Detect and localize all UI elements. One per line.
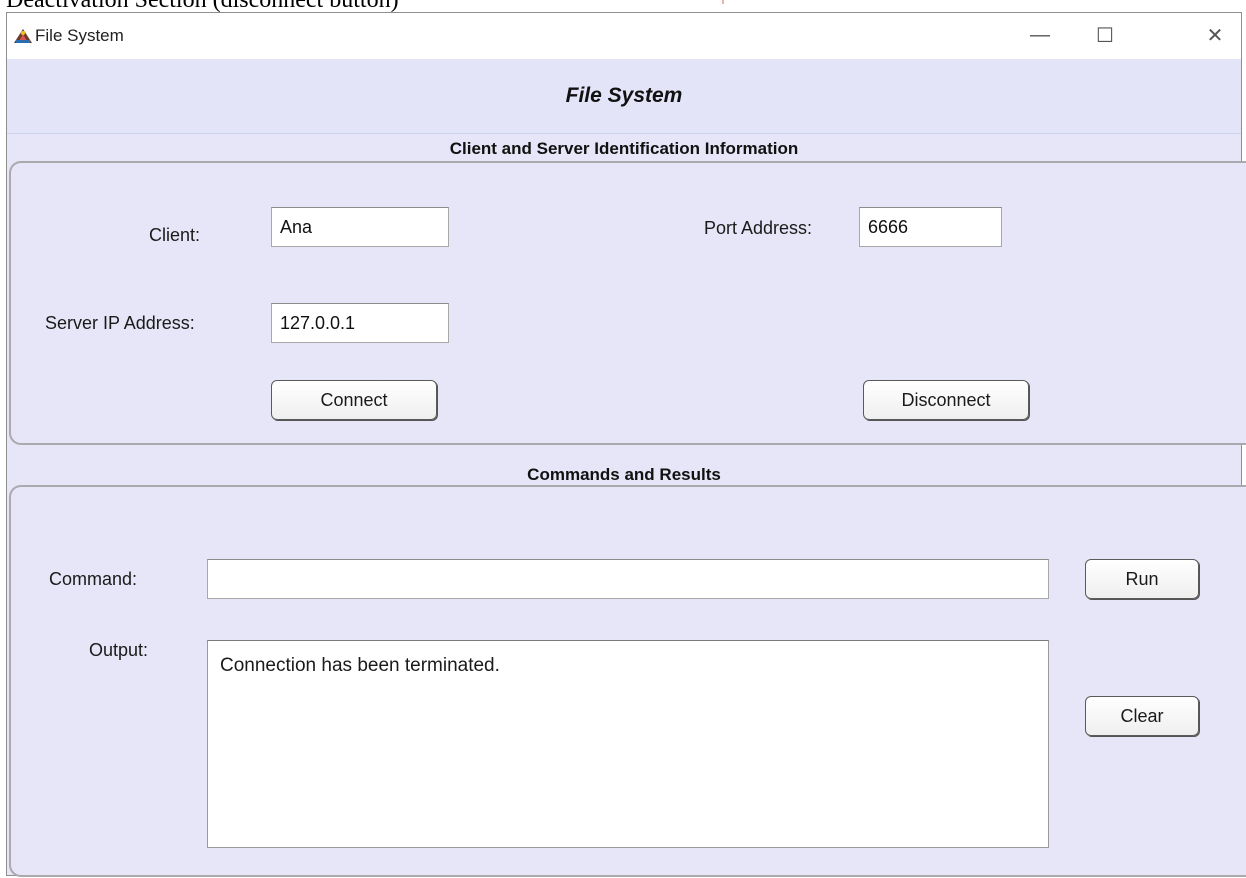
maximize-icon[interactable]: ☐ bbox=[1082, 13, 1128, 57]
port-address-label: Port Address: bbox=[704, 218, 813, 238]
server-ip-field[interactable] bbox=[271, 303, 449, 343]
client-label: Client: bbox=[149, 225, 201, 245]
title-bar[interactable]: File System — ☐ ✕ bbox=[7, 13, 1241, 60]
window-title: File System bbox=[35, 26, 124, 45]
output-area[interactable]: Connection has been terminated. bbox=[207, 640, 1049, 848]
clear-button[interactable]: Clear bbox=[1085, 696, 1199, 736]
run-button[interactable]: Run bbox=[1085, 559, 1199, 599]
commands-section-title: Commands and Results bbox=[527, 465, 721, 484]
output-label: Output: bbox=[89, 640, 149, 660]
command-label: Command: bbox=[49, 569, 138, 589]
app-title: File System bbox=[565, 84, 683, 107]
client-field[interactable] bbox=[271, 207, 449, 247]
app-window: File System — ☐ ✕ File System Client and… bbox=[6, 12, 1246, 877]
server-ip-label: Server IP Address: bbox=[45, 313, 195, 333]
close-icon[interactable]: ✕ bbox=[1192, 13, 1238, 57]
disconnect-button[interactable]: Disconnect bbox=[863, 380, 1029, 420]
java-app-icon bbox=[13, 25, 33, 45]
identification-panel bbox=[9, 161, 1246, 445]
port-address-field[interactable] bbox=[859, 207, 1002, 247]
command-input[interactable] bbox=[207, 559, 1049, 599]
top-caption-mark bbox=[722, 0, 724, 4]
identification-section-title: Client and Server Identification Informa… bbox=[449, 139, 799, 158]
minimize-icon[interactable]: — bbox=[1017, 13, 1063, 57]
connect-button[interactable]: Connect bbox=[271, 380, 437, 420]
